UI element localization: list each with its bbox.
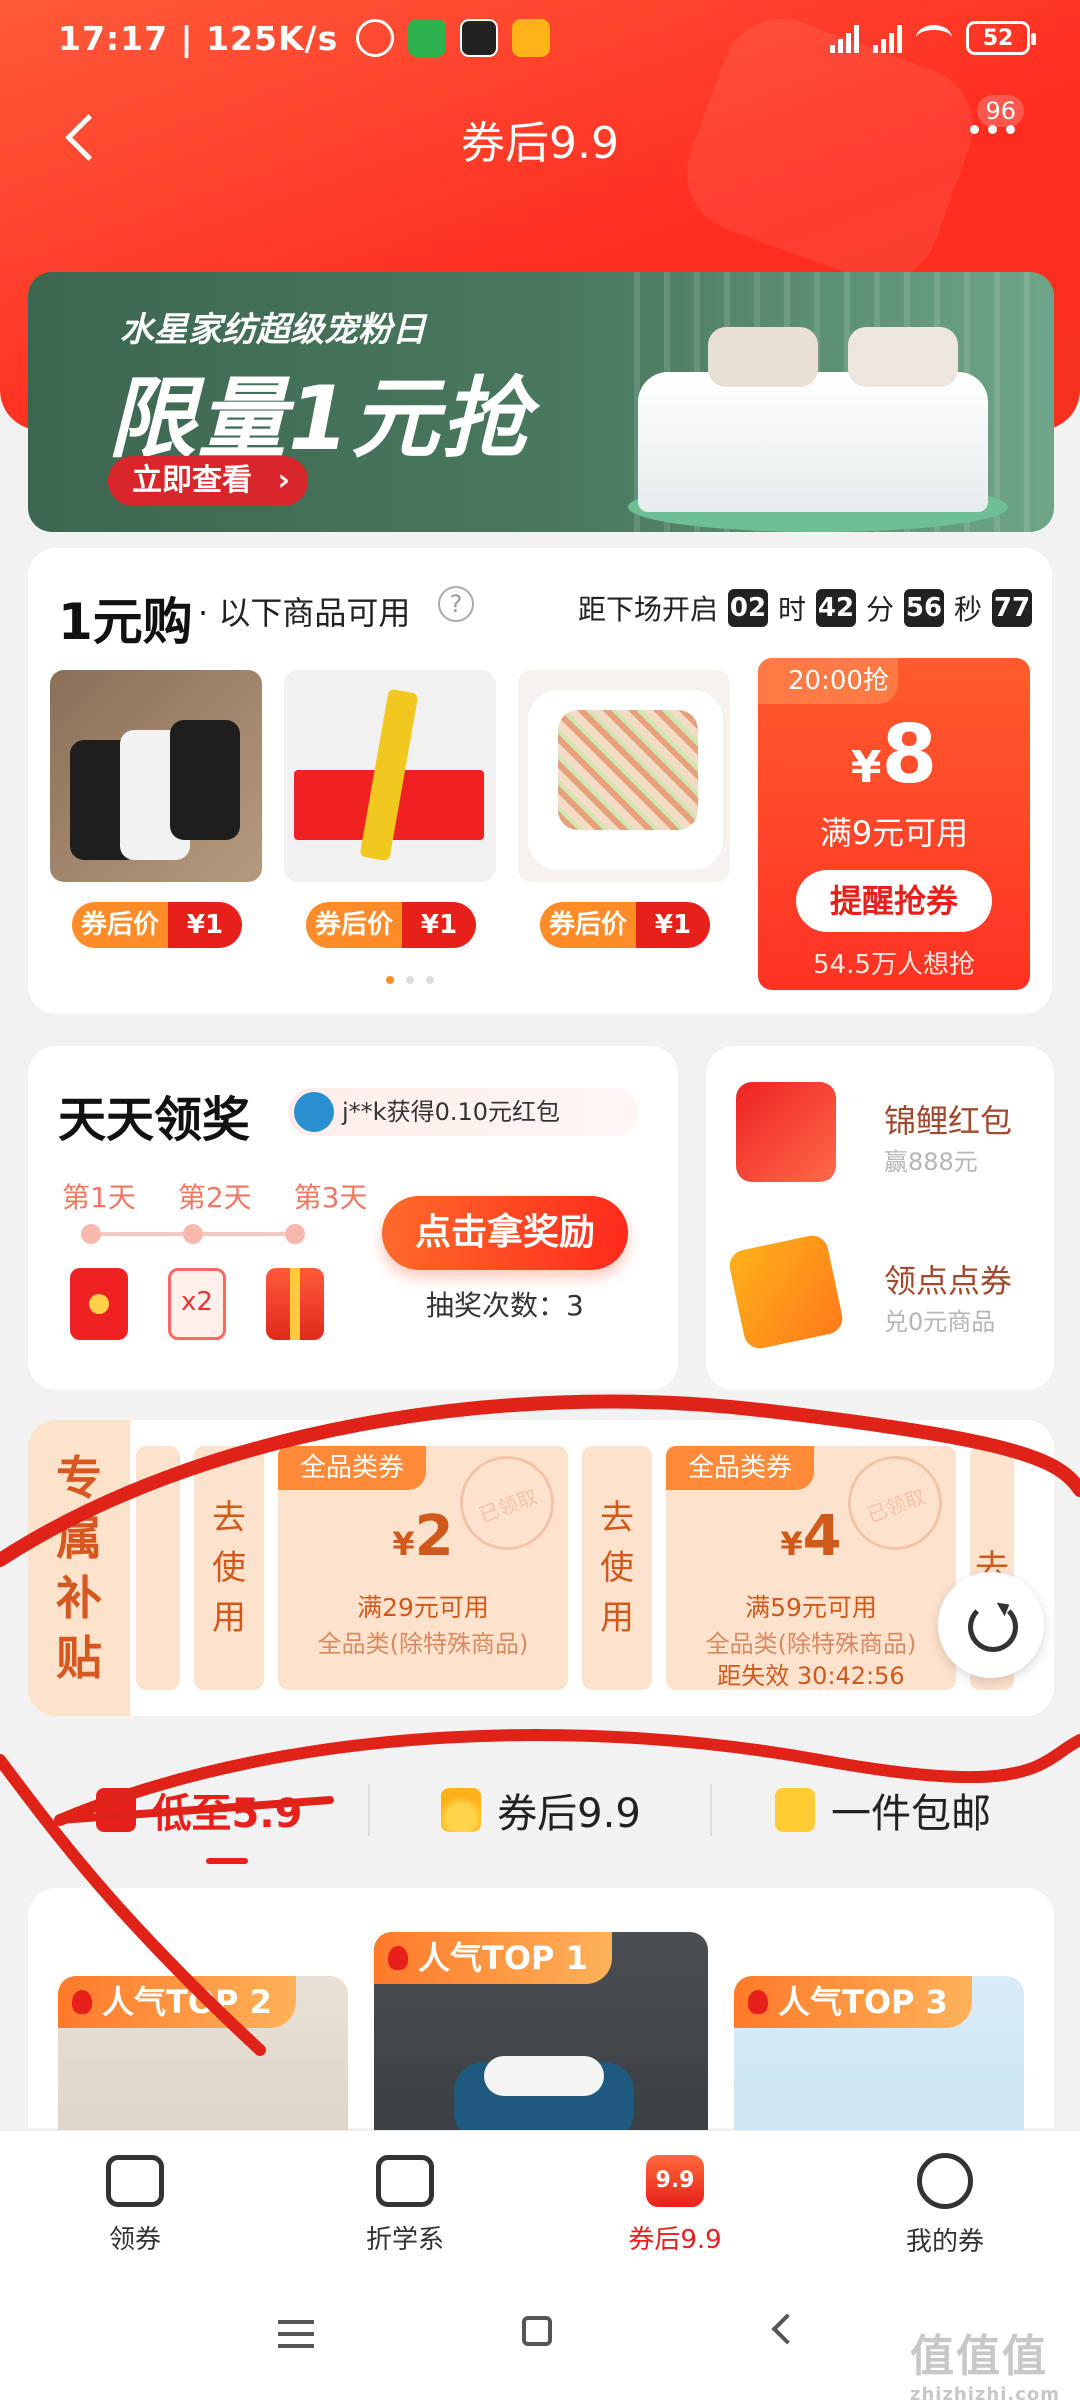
coupon-8-card: 20:00抢 ¥8 满9元可用 提醒抢券 54.5万人想抢 [758,658,1030,990]
ointment-image [284,670,496,882]
tag-icon [95,1788,136,1832]
price-9-9-icon: 9.9 [646,2155,704,2207]
winner-notice: j**k获得0.10元红包 [288,1088,638,1136]
countdown-seconds: 56 [903,589,944,627]
home-icon[interactable] [522,2316,552,2346]
coupon-card: 全品类券 已领取 ¥2 满29元可用 全品类(除特殊商品) [278,1442,568,1690]
product-card[interactable]: 券后价 ¥1 [50,670,262,960]
subsidy-card: 专属补贴 去使用 全品类券 已领取 ¥2 满29元可用 全品类(除特殊商品) 去… [28,1420,1054,1716]
wifi-icon [916,25,952,51]
tab-after-coupon[interactable]: 券后9.9 [370,1760,712,1860]
sf-express-icon [460,19,499,57]
watermark: 值值值 zhizhizhi.com [909,2331,1060,2400]
product-list: 人气TOP 2 人气TOP 1 人气TOP 3 [28,1888,1054,2216]
coupon-condition: 满9元可用 [819,814,969,852]
daily-reward-card: 天天领奖 j**k获得0.10元红包 第1天 第2天 第3天 x2 点击拿奖励 抽奖… [28,1046,678,1390]
smile-icon [917,2153,973,2209]
nav-after-coupon[interactable]: 9.9 券后9.9 [540,2131,810,2280]
alarm-icon [356,19,395,57]
daily-title: 天天领奖 [58,1092,251,1148]
product-card[interactable]: 券后价 ¥1 [518,670,730,960]
carousel-dots [386,976,434,984]
coupon-interest: 54.5万人想抢 [813,950,975,980]
price-tag: 券后价 ¥1 [540,902,710,948]
one-yuan-card: 1元购 · 以下商品可用 ? 距下场开启 02 时 42 分 56 秒 77 券… [28,548,1052,1014]
back-icon[interactable] [771,2313,803,2345]
help-icon[interactable]: ? [438,586,474,622]
message-badge: 96 [977,95,1024,127]
day-labels: 第1天 第2天 第3天 [62,1181,368,1214]
nav-my-coupons[interactable]: 我的券 [810,2131,1080,2280]
points-coupon-item[interactable]: 领点点券 兑0元商品 [726,1232,1036,1362]
use-coupon-button[interactable]: 去使用 [582,1446,652,1690]
banner-cta-button[interactable]: 立即查看 [108,456,308,506]
promo-banner[interactable]: 水星家纺超级宠粉日 限量1元抢 立即查看 [28,272,1054,532]
category-tabs: 低至5.9 券后9.9 一件包邮 [28,1760,1054,1860]
coupon-card: 全品类券 已领取 ¥4 满59元可用 全品类(除特殊商品) 距失效 30:42:… [666,1442,956,1690]
countdown: 距下场开启 02 时 42 分 56 秒 77 [578,588,1032,628]
subsidy-tag: 专属补贴 [28,1420,130,1716]
koi-red-packet-item[interactable]: 锦鲤红包 赢888元 [736,1082,1036,1202]
star-flag-icon [775,1788,815,1832]
z-icon [376,2155,434,2207]
one-yuan-subtitle: · 以下商品可用 [198,594,411,632]
bottom-nav: 领券 折学系 9.9 券后9.9 我的券 [0,2130,1080,2280]
coupon-stub [136,1446,180,1690]
status-bar: 17:17 | 125K/s 52 [0,0,1080,76]
tab-low-price[interactable]: 低至5.9 [28,1760,370,1860]
bed-image [608,302,1028,532]
coupon-amount: ¥8 [850,708,938,801]
countdown-ms: 77 [992,589,1032,627]
product-card[interactable]: 券后价 ¥1 [284,670,496,960]
nav-coupons[interactable]: 领券 [0,2131,270,2280]
avatar [294,1092,334,1132]
use-coupon-button[interactable]: 去使用 [194,1446,264,1690]
red-envelope-icon [70,1268,128,1340]
fire-icon [441,1788,482,1832]
tab-free-shipping[interactable]: 一件包邮 [712,1760,1054,1860]
gift-box-icon [266,1268,324,1340]
countdown-hours: 02 [727,589,768,627]
jd-icon [512,19,551,57]
side-activities-card: 锦鲤红包 赢888元 领点点券 兑0元商品 [706,1046,1054,1390]
progress-track [81,1224,305,1244]
price-tag: 券后价 ¥1 [306,902,476,948]
signal-icon [873,23,902,53]
koi-icon [736,1082,836,1182]
status-time: 17:17 | 125K/s [58,18,339,58]
page-title: 券后9.9 [461,118,619,169]
menu-icon[interactable] [278,2320,314,2348]
signal-icon [830,23,859,53]
page-header: 券后9.9 96 [0,95,1080,185]
coupon-icon [106,2155,164,2207]
socks-image [50,670,262,882]
claim-reward-button[interactable]: 点击拿奖励 [382,1196,628,1270]
coupon-time: 20:00抢 [758,658,898,704]
ticket-icon [726,1232,846,1352]
nav-discount[interactable]: 折学系 [270,2131,540,2280]
refresh-button[interactable] [938,1572,1044,1678]
double-icon: x2 [168,1268,226,1340]
wechat-icon [408,19,447,57]
banner-subtitle: 水星家纺超级宠粉日 [120,310,426,350]
remind-button[interactable]: 提醒抢券 [796,870,992,932]
draw-count: 抽奖次数：3 [426,1289,584,1322]
battery-icon: 52 [966,21,1036,55]
tab-indicator [206,1858,248,1864]
one-yuan-title: 1元购 [58,593,193,651]
countdown-minutes: 42 [815,589,856,627]
food-image [518,670,730,882]
price-tag: 券后价 ¥1 [72,902,242,948]
